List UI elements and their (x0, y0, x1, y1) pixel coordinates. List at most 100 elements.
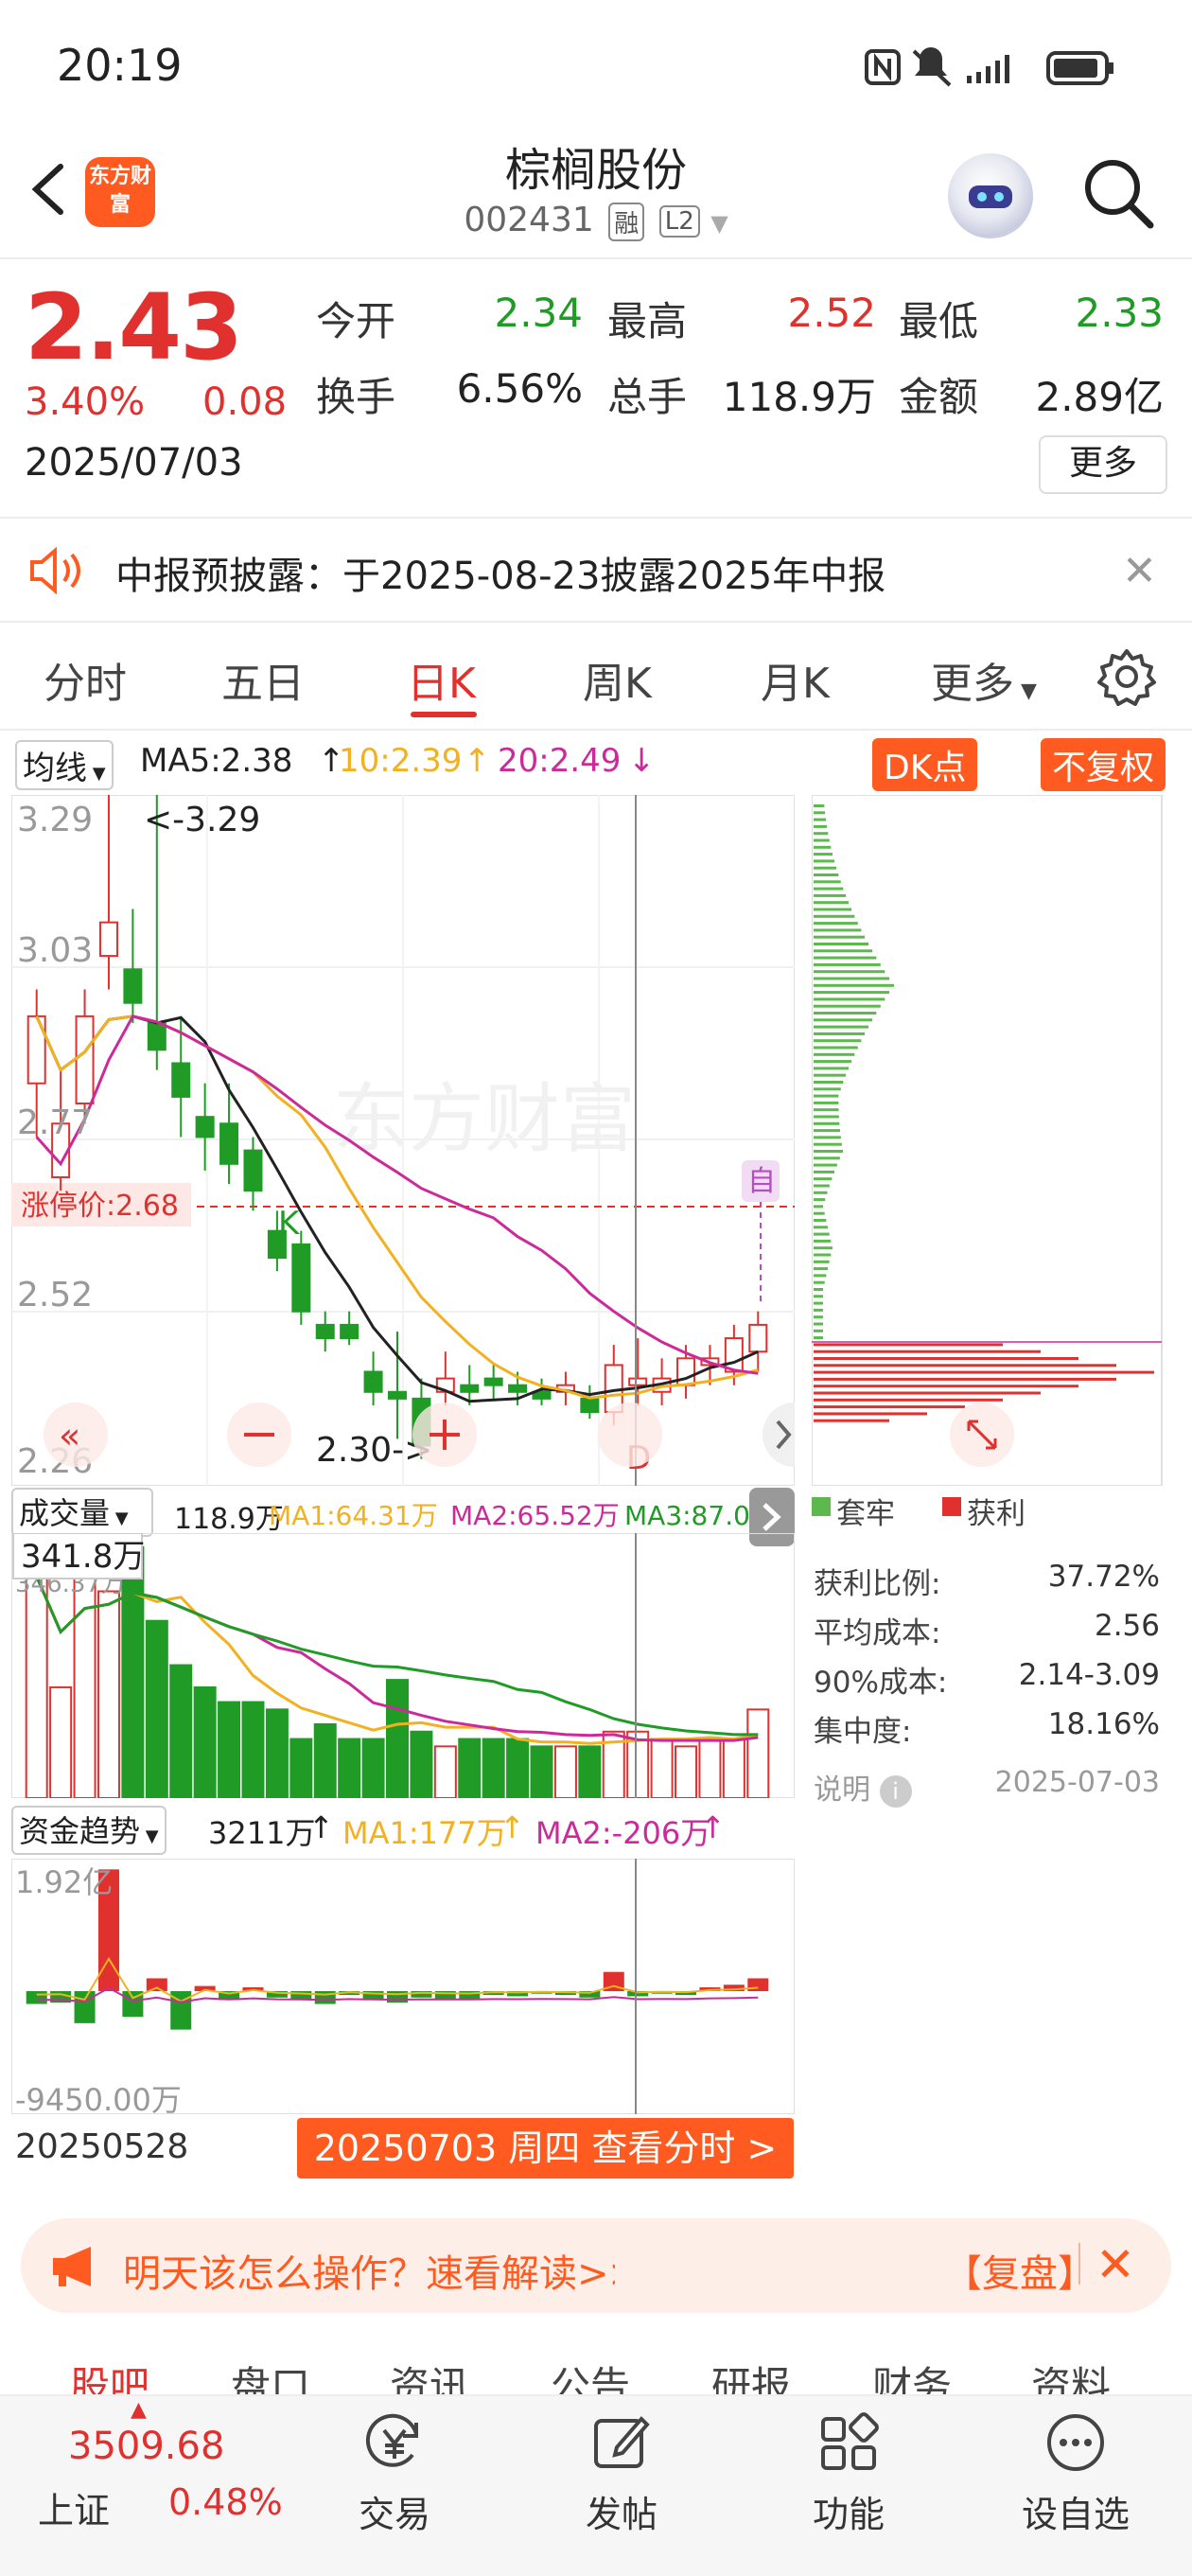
candle-body (483, 1377, 503, 1386)
volume-bar (313, 1722, 337, 1798)
chip-bar-trapped (814, 1280, 825, 1284)
turnover-value: 6.56% (456, 365, 583, 412)
turnover-label: 换手 (316, 374, 396, 420)
chip-bar-trapped (814, 824, 828, 828)
volume-label: 总手 (607, 374, 688, 420)
ma10-legend: 10:2.39 (339, 742, 463, 780)
chip-bar-profit (814, 1419, 889, 1422)
chip-bar-profit (814, 1412, 927, 1416)
ma-selector[interactable]: 均线 ▼ (15, 740, 114, 790)
chip-bar-trapped (814, 1018, 873, 1022)
banner-tag: 【复盘】 (944, 2252, 1096, 2296)
adjust-mode-button[interactable]: 不复权 (1041, 738, 1166, 791)
nav-post[interactable]: 发帖 (546, 2485, 697, 2537)
index-name[interactable]: 上证 (38, 2481, 110, 2533)
self-select-marker: 自 (747, 1165, 776, 1198)
chip-bar-trapped (814, 873, 839, 876)
fund-ma2-legend: MA2:-206万 (535, 1815, 711, 1851)
fund-ma-line (36, 1956, 759, 2003)
open-label: 今开 (316, 298, 396, 344)
divider (0, 257, 1192, 259)
chip-bar-trapped (814, 956, 877, 960)
trade-yen-icon[interactable] (361, 2409, 428, 2476)
view-intraday-button[interactable]: 20250703 周四 查看分时 > (297, 2118, 794, 2179)
tab-daily-k[interactable]: 日K (407, 649, 476, 710)
low-label: 最低 (899, 298, 979, 344)
volume-bar (386, 1679, 409, 1798)
fund-y-top: 1.92亿 (15, 1864, 113, 1900)
avg-cost-value: 2.56 (1094, 1609, 1160, 1643)
tab-monthly-k[interactable]: 月K (761, 649, 830, 710)
chip-note-link[interactable]: 说明 i (814, 1766, 912, 1808)
chip-bar-trapped (814, 838, 830, 842)
volume-selector[interactable]: 成交量 ▼ (11, 1488, 153, 1537)
candle-body (388, 1390, 407, 1400)
high-label: 最高 (607, 298, 688, 344)
ai-assistant-robot-icon[interactable] (948, 153, 1033, 238)
tab-more[interactable]: 更多 ▼ (931, 649, 1037, 710)
scroll-right-button[interactable] (598, 1403, 662, 1467)
index-value[interactable]: 3509.68 (68, 2425, 224, 2468)
chip-bar-trapped (814, 1052, 855, 1056)
kline-chart[interactable]: 东方财富 涨停价:2.68 3.29 <-3.29 3.03 2.77 2.52… (11, 795, 795, 1486)
candle-body (315, 1323, 335, 1340)
edit-post-icon[interactable] (588, 2409, 655, 2476)
volume-y-top: 341.8万 (21, 1538, 145, 1576)
settings-gear-icon[interactable] (1097, 647, 1156, 706)
volume-bar (458, 1738, 482, 1798)
volume-bar (530, 1745, 553, 1798)
limit-price-label: 涨停价:2.68 (21, 1190, 179, 1223)
chip-bar-trapped (814, 977, 890, 980)
cost-90-label: 90%成本: (814, 1666, 948, 1700)
open-value: 2.34 (494, 290, 583, 336)
more-quote-button[interactable]: 更多 (1039, 435, 1167, 494)
chevron-down-icon[interactable]: ▼ (710, 210, 727, 237)
double-left-icon: « (59, 1415, 80, 1456)
grid-apps-icon[interactable] (815, 2409, 882, 2476)
volume-bar (25, 1575, 48, 1798)
volume-bar (482, 1738, 505, 1798)
candle-body (580, 1397, 600, 1414)
chip-bar-trapped (814, 1094, 839, 1098)
tab-weekly-k[interactable]: 周K (583, 649, 652, 710)
more-dots-icon[interactable] (1043, 2409, 1109, 2476)
fund-bars (26, 1869, 769, 2030)
chip-bar-trapped (814, 1191, 828, 1194)
chip-bar-profit (814, 1377, 1116, 1381)
divider (0, 729, 1192, 731)
close-icon[interactable]: ✕ (1096, 2237, 1135, 2292)
search-icon[interactable] (1080, 155, 1156, 231)
status-icons (865, 47, 1113, 87)
nav-add-watchlist[interactable]: 设自选 (1000, 2485, 1151, 2537)
banner-text[interactable]: 明天该怎么操作？速看解读>>> (123, 2243, 615, 2298)
chip-bar-trapped (814, 845, 832, 849)
change-percent: 3.40% (25, 380, 146, 424)
volume-bar (265, 1708, 289, 1798)
nav-functions[interactable]: 功能 (773, 2485, 924, 2537)
dk-point-button[interactable]: DK点 (872, 738, 978, 791)
chip-bar-trapped (814, 1232, 830, 1236)
candle-body (748, 1323, 768, 1353)
current-price: 2.43 (25, 274, 243, 380)
chip-bar-trapped (814, 818, 826, 821)
index-change-percent[interactable]: 0.48% (168, 2481, 283, 2523)
chip-bar-trapped (814, 943, 868, 945)
chip-bar-trapped (814, 1198, 826, 1202)
chip-bar-trapped (814, 1267, 828, 1271)
notice-text[interactable]: 中报预披露：于2025-08-23披露2025年中报 (115, 545, 885, 600)
chip-bar-trapped (814, 949, 873, 953)
tab-five-day[interactable]: 五日 (221, 649, 305, 710)
candle-body (508, 1384, 528, 1393)
low-value: 2.33 (1075, 290, 1164, 336)
high-marker: <-3.29 (144, 801, 260, 839)
close-icon[interactable]: ✕ (1122, 547, 1157, 595)
volume-bar (650, 1738, 674, 1798)
nav-trade[interactable]: 交易 (319, 2485, 470, 2537)
chip-bar-trapped (814, 1067, 849, 1070)
fund-bar (146, 1978, 167, 1991)
chip-bar-trapped (814, 1336, 823, 1340)
volume-bar (49, 1685, 73, 1798)
fund-trend-selector[interactable]: 资金趋势 ▼ (11, 1806, 167, 1855)
tab-intraday[interactable]: 分时 (44, 649, 127, 710)
fund-value-legend: 3211万 (208, 1815, 316, 1851)
